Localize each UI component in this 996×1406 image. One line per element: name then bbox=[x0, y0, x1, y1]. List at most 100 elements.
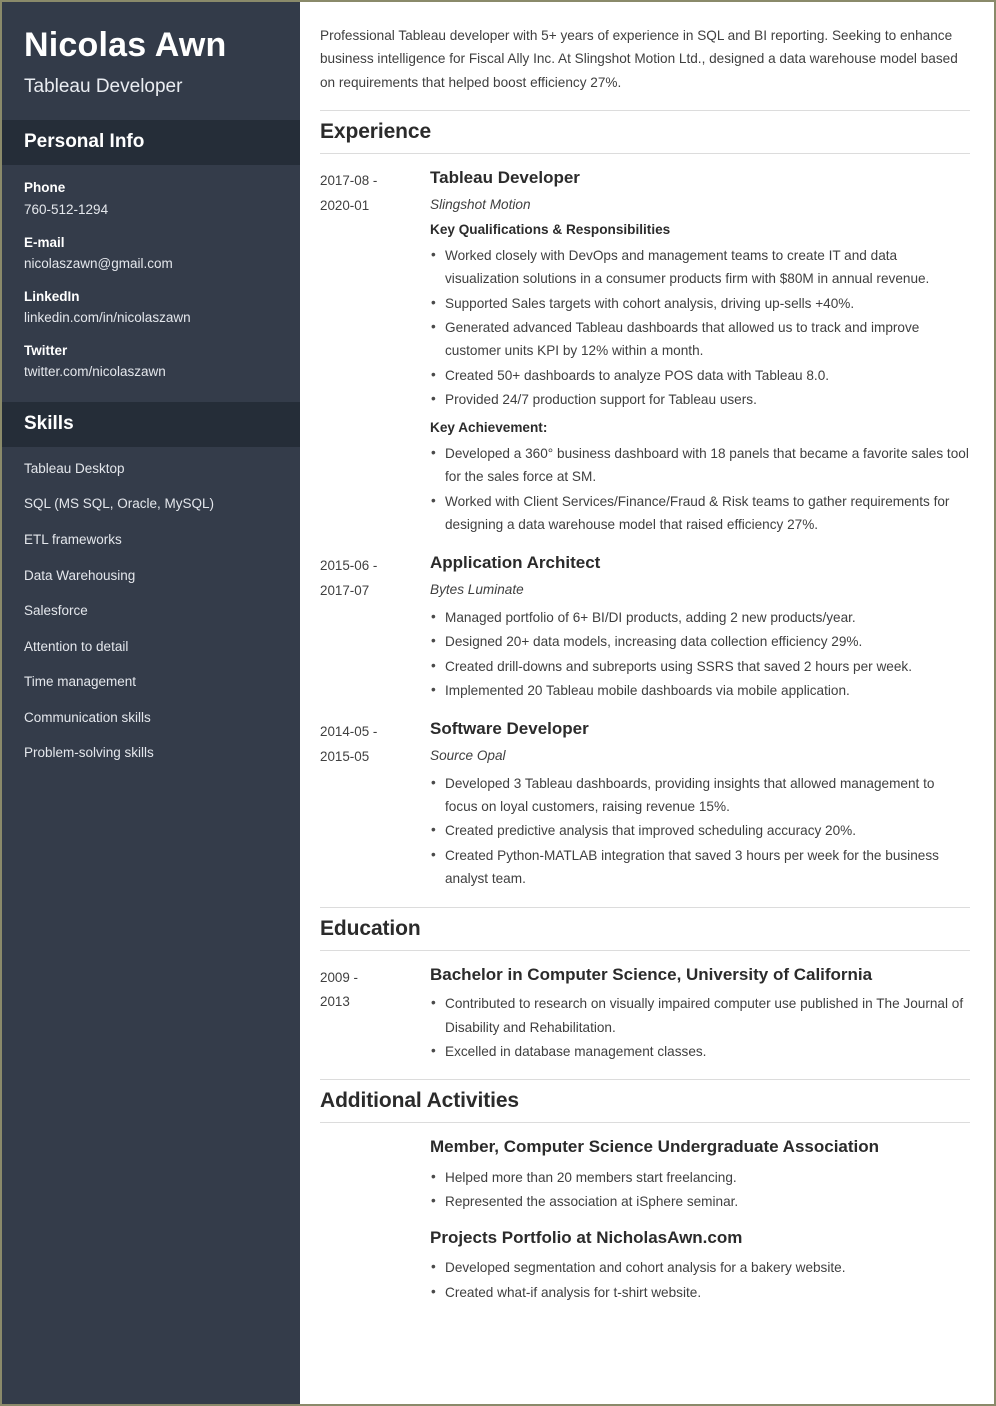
additional-activities-heading: Additional Activities bbox=[320, 1079, 970, 1124]
bullet-item: Created Python-MATLAB integration that s… bbox=[430, 843, 970, 891]
contact-label: Phone bbox=[24, 180, 66, 196]
additional-activities-entries: Member, Computer Science Undergraduate A… bbox=[320, 1136, 970, 1304]
bullet-list: Worked closely with DevOps and managemen… bbox=[430, 243, 970, 412]
bullet-item: Developed a 360° business dashboard with… bbox=[430, 441, 970, 489]
section-additional-activities: Additional Activities Member, Computer S… bbox=[320, 1079, 970, 1304]
skill-item: Time management bbox=[24, 674, 137, 690]
activity-entry: Projects Portfolio at NicholasAwn.com Dev… bbox=[430, 1227, 970, 1304]
contact-label: Twitter bbox=[24, 342, 68, 358]
entry-body: Application Architect Bytes Luminate Manag… bbox=[430, 552, 970, 706]
bullet-item: Implemented 20 Tableau mobile dashboards… bbox=[430, 678, 970, 702]
bullet-list: Developed a 360° business dashboard with… bbox=[430, 441, 970, 537]
contact-value[interactable]: twitter.com/nicolaszawn bbox=[24, 363, 278, 381]
contact-item: E-mail nicolaszawn@gmail.com bbox=[24, 234, 278, 273]
resume-page: Nicolas Awn Tableau Developer Personal I… bbox=[0, 0, 996, 1406]
degree-title: Bachelor in Computer Science, University… bbox=[430, 964, 873, 984]
contact-value[interactable]: 760-512-1294 bbox=[24, 201, 278, 219]
candidate-name: Nicolas Awn bbox=[24, 26, 227, 64]
bullet-item: Created 50+ dashboards to analyze POS da… bbox=[430, 363, 970, 387]
entry-subheading: Key Qualifications & Responsibilities bbox=[430, 221, 671, 237]
contact-label: E-mail bbox=[24, 234, 65, 250]
sidebar: Nicolas Awn Tableau Developer Personal I… bbox=[2, 2, 300, 1404]
skill-item: Salesforce bbox=[24, 603, 88, 619]
bullet-item: Worked with Client Services/Finance/Frau… bbox=[430, 489, 970, 537]
skills-heading: Skills bbox=[2, 401, 300, 447]
bullet-list: Managed portfolio of 6+ BI/DI products, … bbox=[430, 605, 970, 703]
date-end: 2020-01 bbox=[320, 197, 370, 213]
sidebar-header: Nicolas Awn Tableau Developer bbox=[2, 2, 300, 121]
entry-role: Tableau Developer bbox=[430, 168, 580, 188]
bullet-item: Developed 3 Tableau dashboards, providin… bbox=[430, 771, 970, 819]
skill-item: Attention to detail bbox=[24, 638, 129, 654]
entry-company: Bytes Luminate bbox=[430, 582, 524, 598]
bullet-item: Contributed to research on visually impa… bbox=[430, 991, 970, 1039]
contact-item: LinkedIn linkedin.com/in/nicolaszawn bbox=[24, 288, 278, 327]
activity-entry: Member, Computer Science Undergraduate A… bbox=[430, 1136, 970, 1213]
bullet-item: Developed segmentation and cohort analys… bbox=[430, 1255, 970, 1279]
activity-title: Member, Computer Science Undergraduate A… bbox=[430, 1137, 880, 1157]
experience-entry: 2014-05 - 2015-05 Software Developer Source… bbox=[320, 718, 970, 894]
activity-title: Projects Portfolio at NicholasAwn.com bbox=[430, 1228, 743, 1248]
bullet-list: Developed segmentation and cohort analys… bbox=[430, 1255, 970, 1304]
entry-subheading: Key Achievement: bbox=[430, 419, 548, 435]
skill-item: SQL (MS SQL, Oracle, MySQL) bbox=[24, 496, 215, 512]
education-entries: 2009 - 2013 Bachelor in Computer Science, … bbox=[320, 964, 970, 1068]
bullet-item: Created drill-downs and subreports using… bbox=[430, 654, 970, 678]
experience-entry: 2015-06 - 2017-07 Application Architect Byt… bbox=[320, 552, 970, 706]
bullet-item: Excelled in database management classes. bbox=[430, 1039, 970, 1063]
bullet-item: Represented the association at iSphere s… bbox=[430, 1189, 970, 1213]
professional-summary: Professional Tableau developer with 5+ y… bbox=[320, 28, 958, 90]
candidate-job-title: Tableau Developer bbox=[24, 75, 183, 97]
section-education: Education 2009 - 2013 Bachelor in Computer… bbox=[320, 906, 970, 1068]
personal-info-list: Phone 760-512-1294 E-mail nicolaszawn@gmail… bbox=[2, 165, 300, 401]
experience-heading: Experience bbox=[320, 110, 970, 155]
section-experience: Experience 2017-08 - 2020-01 Tableau Devel… bbox=[320, 110, 970, 894]
entry-dates: 2009 - 2013 bbox=[320, 964, 430, 1016]
bullet-item: Generated advanced Tableau dashboards th… bbox=[430, 315, 970, 363]
entry-dates: 2017-08 - 2020-01 bbox=[320, 167, 430, 219]
date-start: 2017-08 - bbox=[320, 173, 378, 189]
entry-company: Source Opal bbox=[430, 748, 506, 764]
personal-info-heading: Personal Info bbox=[2, 120, 300, 166]
date-start: 2015-06 - bbox=[320, 558, 378, 574]
bullet-item: Helped more than 20 members start freela… bbox=[430, 1165, 970, 1189]
bullet-item: Provided 24/7 production support for Tab… bbox=[430, 387, 970, 411]
entry-dates: 2015-06 - 2017-07 bbox=[320, 552, 430, 604]
entry-role: Application Architect bbox=[430, 553, 601, 573]
skill-item: Problem-solving skills bbox=[24, 745, 154, 761]
entry-company: Slingshot Motion bbox=[430, 196, 531, 212]
skill-item: Data Warehousing bbox=[24, 567, 136, 583]
date-end: 2017-07 bbox=[320, 583, 370, 599]
bullet-item: Created what-if analysis for t-shirt web… bbox=[430, 1280, 970, 1304]
skill-item: ETL frameworks bbox=[24, 531, 122, 547]
entry-body: Bachelor in Computer Science, University… bbox=[430, 964, 970, 1068]
bullet-list: Helped more than 20 members start freela… bbox=[430, 1165, 970, 1214]
education-heading: Education bbox=[320, 906, 970, 951]
entry-role: Software Developer bbox=[430, 719, 589, 739]
bullet-item: Managed portfolio of 6+ BI/DI products, … bbox=[430, 605, 970, 629]
experience-entry: 2017-08 - 2020-01 Tableau Developer Slingsh… bbox=[320, 167, 970, 540]
contact-value[interactable]: nicolaszawn@gmail.com bbox=[24, 255, 278, 273]
date-start: 2009 - bbox=[320, 969, 358, 985]
date-end: 2013 bbox=[320, 994, 350, 1010]
contact-item: Phone 760-512-1294 bbox=[24, 179, 278, 218]
date-end: 2015-05 bbox=[320, 749, 370, 765]
skill-item: Communication skills bbox=[24, 709, 151, 725]
contact-label: LinkedIn bbox=[24, 288, 80, 304]
skills-list: Tableau Desktop SQL (MS SQL, Oracle, MySQ… bbox=[2, 447, 300, 782]
bullet-item: Supported Sales targets with cohort anal… bbox=[430, 291, 970, 315]
bullet-list: Developed 3 Tableau dashboards, providin… bbox=[430, 771, 970, 891]
skill-item: Tableau Desktop bbox=[24, 460, 125, 476]
entry-body: Tableau Developer Slingshot Motion Key Qua… bbox=[430, 167, 970, 540]
bullet-item: Created predictive analysis that improve… bbox=[430, 818, 970, 842]
bullet-item: Worked closely with DevOps and managemen… bbox=[430, 243, 970, 291]
bullet-item: Designed 20+ data models, increasing dat… bbox=[430, 629, 970, 653]
experience-entries: 2017-08 - 2020-01 Tableau Developer Slingsh… bbox=[320, 167, 970, 894]
contact-value[interactable]: linkedin.com/in/nicolaszawn bbox=[24, 309, 278, 327]
entry-dates: 2014-05 - 2015-05 bbox=[320, 718, 430, 770]
bullet-list: Contributed to research on visually impa… bbox=[430, 991, 970, 1063]
date-start: 2014-05 - bbox=[320, 724, 378, 740]
main-column: Professional Tableau developer with 5+ y… bbox=[300, 2, 994, 1404]
education-entry: 2009 - 2013 Bachelor in Computer Science, … bbox=[320, 964, 970, 1068]
contact-item: Twitter twitter.com/nicolaszawn bbox=[24, 342, 278, 381]
